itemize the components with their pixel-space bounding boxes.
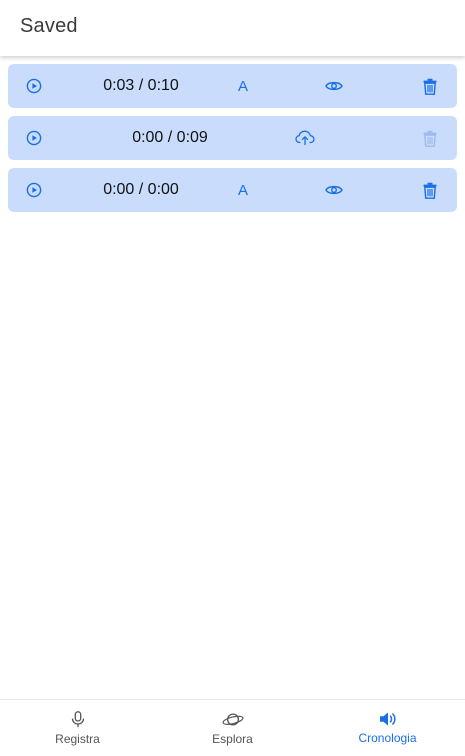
play-button[interactable] — [22, 64, 46, 108]
bottom-navigation: Registra Esplora Cronologia — [0, 699, 465, 756]
page-title: Saved — [20, 15, 78, 37]
language-badge[interactable]: A — [232, 168, 254, 212]
eye-icon — [325, 81, 343, 91]
language-badge[interactable]: A — [232, 64, 254, 108]
upload-button[interactable] — [293, 116, 317, 160]
recording-row: 0:00 / 0:09 — [8, 116, 457, 160]
cloud-upload-icon — [295, 130, 315, 145]
play-circle-icon — [26, 78, 42, 94]
play-circle-icon — [26, 182, 42, 198]
nav-label: Registra — [55, 732, 100, 746]
nav-label: Cronologia — [358, 731, 417, 745]
playback-time: 0:03 / 0:10 — [103, 77, 179, 94]
delete-button[interactable] — [419, 116, 441, 160]
delete-button[interactable] — [419, 168, 441, 212]
recording-row: 0:00 / 0:00 A — [8, 168, 457, 212]
volume-icon — [379, 712, 396, 726]
recording-row: 0:03 / 0:10 A — [8, 64, 457, 108]
nav-item-registra[interactable]: Registra — [0, 700, 155, 756]
app-bar: Saved — [0, 0, 465, 56]
play-button[interactable] — [22, 168, 46, 212]
nav-label: Esplora — [212, 732, 253, 746]
microphone-icon — [71, 711, 84, 728]
playback-time: 0:00 / 0:09 — [132, 129, 208, 146]
recordings-list: 0:03 / 0:10 A 0:00 / 0:09 0:00 / 0:00 A — [8, 64, 457, 220]
play-button[interactable] — [22, 116, 46, 160]
view-button[interactable] — [322, 64, 346, 108]
trash-icon — [423, 182, 437, 199]
play-circle-icon — [26, 130, 42, 146]
view-button[interactable] — [322, 168, 346, 212]
trash-icon — [423, 130, 437, 147]
eye-icon — [325, 185, 343, 195]
playback-time: 0:00 / 0:00 — [103, 181, 179, 198]
delete-button[interactable] — [419, 64, 441, 108]
nav-item-cronologia[interactable]: Cronologia — [310, 700, 465, 756]
planet-icon — [221, 713, 244, 726]
trash-icon — [423, 78, 437, 95]
nav-item-esplora[interactable]: Esplora — [155, 700, 310, 756]
